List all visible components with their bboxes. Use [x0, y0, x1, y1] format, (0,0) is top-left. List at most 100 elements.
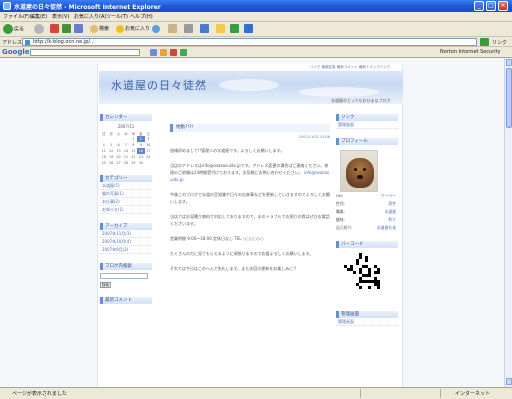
status-divider: [440, 389, 441, 398]
messenger-button[interactable]: [230, 24, 239, 35]
blog-search-heading: ブログ内検索: [100, 263, 152, 270]
status-divider: [360, 389, 361, 398]
blog-title[interactable]: 水道屋の日々徒然: [111, 77, 207, 93]
google-search-icon[interactable]: [150, 49, 157, 56]
post-paragraph: たくさんの方に見てもらえるように頑張りますので応援よろしくお願いします。: [170, 251, 314, 256]
links-heading: リンク: [336, 114, 398, 121]
search-button[interactable]: 検索: [90, 24, 109, 35]
google-search-input[interactable]: [30, 49, 140, 56]
dog-eye: [354, 168, 357, 171]
forward-button[interactable]: [34, 24, 45, 35]
blog-tagline: 水道屋のとってもおひまなブログ: [331, 98, 391, 103]
folder-button[interactable]: [216, 24, 225, 35]
qr-module: [377, 286, 380, 289]
refresh-button[interactable]: [62, 24, 71, 35]
vertical-scrollbar[interactable]: [504, 58, 512, 387]
banner-cloud: [299, 87, 379, 97]
qr-module: [368, 286, 371, 289]
norton-security[interactable]: Norton Internet Security: [440, 49, 501, 55]
window-title-bar: 水道屋の日々徒然 - Microsoft Internet Explorer _…: [0, 0, 512, 12]
calendar-day: [145, 160, 152, 166]
research-icon: [244, 24, 253, 33]
admin-heading: 管理画面: [336, 311, 398, 318]
address-bar: アドレス(D) http://k-blog.ocn.ne.jp/... リンク: [0, 37, 512, 47]
scroll-thumb[interactable]: [506, 68, 512, 128]
calendar-week-row: 25 26 27 28 29 30: [100, 160, 152, 166]
post-paragraph: それでは今日はこのへんで失礼します。また次回の更新をお楽しみに!!: [170, 266, 297, 271]
archive-link[interactable]: 2007年9月(2): [100, 246, 152, 254]
google-tool-icons: [150, 49, 230, 56]
calendar-day: 28: [123, 161, 129, 165]
page-icon: [25, 40, 30, 45]
profile-row: 自己紹介: 水道屋社長: [336, 225, 396, 230]
barcode-heading: バーコード: [336, 241, 398, 248]
category-link[interactable]: お仕事(2): [100, 198, 152, 206]
header-links[interactable]: リンク 最新記事 最新コメント 最新トラックバック: [310, 65, 390, 70]
post-paragraph: 営業時間 9:00〜18:00 定休日なし TEL ○○○○○○: [170, 236, 264, 241]
archive-link[interactable]: 2007年11月(3): [100, 230, 152, 238]
category-link[interactable]: 猫の写真(1): [100, 190, 152, 198]
archive-link[interactable]: 2007年10月(4): [100, 238, 152, 246]
edit-button[interactable]: [200, 24, 209, 35]
qr-module: [353, 271, 356, 274]
category-link[interactable]: お知らせ(1): [100, 206, 152, 214]
recent-comments-heading: 最新コメント: [100, 297, 152, 304]
mail-icon: [168, 24, 177, 33]
calendar-month: 2007/11: [117, 124, 135, 129]
banner-cloud: [219, 79, 279, 91]
scroll-up-arrow-icon[interactable]: [506, 59, 512, 66]
home-button[interactable]: [74, 24, 83, 35]
menu-view[interactable]: 表示(V): [52, 13, 69, 20]
page-viewport: リンク 最新記事 最新コメント 最新トラックバック 水道屋の日々徒然 水道屋のと…: [0, 58, 504, 387]
back-button[interactable]: 戻る: [3, 24, 24, 35]
blog-search-input[interactable]: [100, 273, 148, 279]
menu-tools[interactable]: ツール(T): [106, 13, 128, 20]
minimize-button[interactable]: _: [474, 1, 484, 11]
links-item[interactable]: 管理画面: [336, 121, 398, 129]
favorites-button[interactable]: お気に入り: [116, 24, 150, 35]
google-popup-icon[interactable]: [170, 49, 177, 56]
archives-heading: アーカイブ: [100, 223, 152, 230]
print-button[interactable]: [184, 24, 193, 35]
profile-row: 性別: 男性: [336, 201, 396, 206]
blog-page: リンク 最新記事 最新コメント 最新トラックバック 水道屋の日々徒然 水道屋のと…: [97, 64, 403, 387]
google-logo[interactable]: Google: [2, 48, 30, 56]
admin-link[interactable]: 管理画面: [336, 318, 398, 326]
messenger-icon: [230, 24, 239, 33]
close-button[interactable]: ×: [498, 1, 508, 11]
stop-button[interactable]: [50, 24, 59, 35]
menu-file[interactable]: ファイル(F): [3, 13, 30, 20]
go-button[interactable]: [480, 38, 489, 46]
history-button[interactable]: [152, 24, 161, 35]
dog-eye: [363, 168, 366, 171]
menu-help[interactable]: ヘルプ(H): [130, 13, 153, 20]
print-icon: [184, 24, 193, 33]
links-label[interactable]: リンク: [492, 39, 507, 46]
qr-module: [365, 259, 368, 262]
calendar: 2007/11 日月火水木金土 123 4 5 6 7 8 9 10 11 12 13 14 15 1…: [100, 124, 152, 166]
google-bookmark-icon[interactable]: [160, 49, 167, 56]
zone-text: インターネット: [455, 391, 491, 397]
menu-favorites[interactable]: お気に入り(A): [74, 13, 106, 20]
calendar-day: 29: [131, 161, 136, 165]
right-sidebar: リンク 管理画面 プロフィール HN: りーべー 性別: 男性 職業: 水道屋 趣味:…: [336, 114, 398, 326]
menu-edit[interactable]: 編集(E): [30, 13, 47, 20]
mail-button[interactable]: [168, 24, 177, 35]
blog-search-button[interactable]: 検索: [100, 282, 111, 288]
post-title[interactable]: 始動?!?!: [170, 124, 330, 132]
categories-heading: カテゴリー: [100, 175, 152, 182]
google-check-icon[interactable]: [180, 49, 187, 56]
menu-bar: ファイル(F) 編集(E) 表示(V) お気に入り(A) ツール(T) ヘルプ(…: [0, 12, 512, 22]
address-input[interactable]: http://k-blog.ocn.ne.jp/...: [22, 38, 477, 46]
category-link[interactable]: 水道屋(5): [100, 182, 152, 190]
star-icon: [116, 24, 124, 33]
dog-nose: [357, 175, 363, 179]
profile-row: 職業: 水道屋: [336, 209, 396, 214]
left-sidebar: カレンダー 2007/11 日月火水木金土 123 4 5 6 7 8 9 10 11 12 1…: [100, 114, 152, 304]
post-paragraph: 今後このブログで水道の豆知識や日々の出来事などを更新していきますのでよろしくお願…: [170, 192, 330, 204]
folder-icon: [216, 24, 225, 33]
dog-face: [346, 158, 374, 188]
maximize-button[interactable]: □: [486, 1, 496, 11]
research-button[interactable]: [244, 24, 253, 35]
scroll-down-arrow-icon[interactable]: [506, 378, 512, 385]
